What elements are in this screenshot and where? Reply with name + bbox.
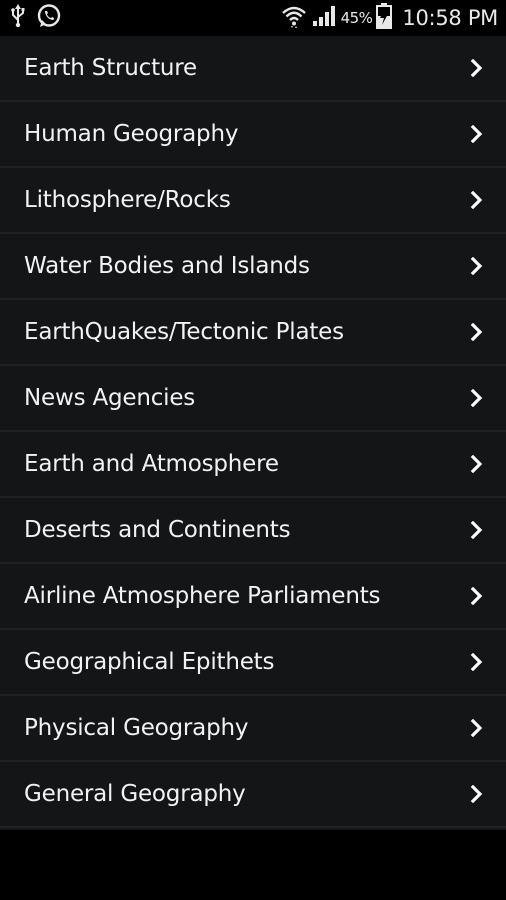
list-item-general-geography[interactable]: General Geography <box>0 762 506 828</box>
list-item-earthquakes-tectonic-plates[interactable]: EarthQuakes/Tectonic Plates <box>0 300 506 366</box>
list-item-label: Geographical Epithets <box>24 649 275 675</box>
status-bar-right: 45% 10:58 PM <box>281 3 498 33</box>
chevron-right-icon <box>466 321 488 343</box>
status-bar: 45% 10:58 PM <box>0 0 506 36</box>
list-item-label: General Geography <box>24 781 246 807</box>
chevron-right-icon <box>466 189 488 211</box>
chevron-right-icon <box>466 453 488 475</box>
list-item-label: News Agencies <box>24 385 196 411</box>
usb-icon <box>10 4 26 32</box>
list-item-label: Physical Geography <box>24 715 249 741</box>
status-bar-left <box>10 4 62 32</box>
empty-bottom-area <box>0 830 506 900</box>
list-item-label: Water Bodies and Islands <box>24 253 310 279</box>
chevron-right-icon <box>466 57 488 79</box>
list-item-deserts-and-continents[interactable]: Deserts and Continents <box>0 498 506 564</box>
chevron-right-icon <box>466 651 488 673</box>
list-item-label: Deserts and Continents <box>24 517 291 543</box>
list-item-lithosphere-rocks[interactable]: Lithosphere/Rocks <box>0 168 506 234</box>
list-item-earth-structure[interactable]: Earth Structure <box>0 36 506 102</box>
clock: 10:58 PM <box>402 6 498 30</box>
list-item-news-agencies[interactable]: News Agencies <box>0 366 506 432</box>
chevron-right-icon <box>466 717 488 739</box>
chevron-right-icon <box>466 255 488 277</box>
list-item-label: Airline Atmosphere Parliaments <box>24 583 381 609</box>
topic-list: Earth Structure Human Geography Lithosph… <box>0 36 506 834</box>
chevron-right-icon <box>466 123 488 145</box>
list-item-geographical-epithets[interactable]: Geographical Epithets <box>0 630 506 696</box>
list-item-human-geography[interactable]: Human Geography <box>0 102 506 168</box>
list-item-label: Earth Structure <box>24 55 197 81</box>
chevron-right-icon <box>466 519 488 541</box>
list-item-label: Human Geography <box>24 121 239 147</box>
chevron-right-icon <box>466 783 488 805</box>
chevron-right-icon <box>466 387 488 409</box>
signal-icon <box>311 4 337 32</box>
list-item-label: Lithosphere/Rocks <box>24 187 231 213</box>
list-item-earth-and-atmosphere[interactable]: Earth and Atmosphere <box>0 432 506 498</box>
list-item-physical-geography[interactable]: Physical Geography <box>0 696 506 762</box>
list-item-airline-atmosphere-parliaments[interactable]: Airline Atmosphere Parliaments <box>0 564 506 630</box>
battery-percent: 45% <box>340 9 373 27</box>
list-item-water-bodies-and-islands[interactable]: Water Bodies and Islands <box>0 234 506 300</box>
list-item-label: EarthQuakes/Tectonic Plates <box>24 319 344 345</box>
whatsapp-icon <box>36 3 62 33</box>
list-item-label: Earth and Atmosphere <box>24 451 279 477</box>
battery-icon <box>376 3 393 33</box>
chevron-right-icon <box>466 585 488 607</box>
wifi-icon <box>281 4 307 32</box>
